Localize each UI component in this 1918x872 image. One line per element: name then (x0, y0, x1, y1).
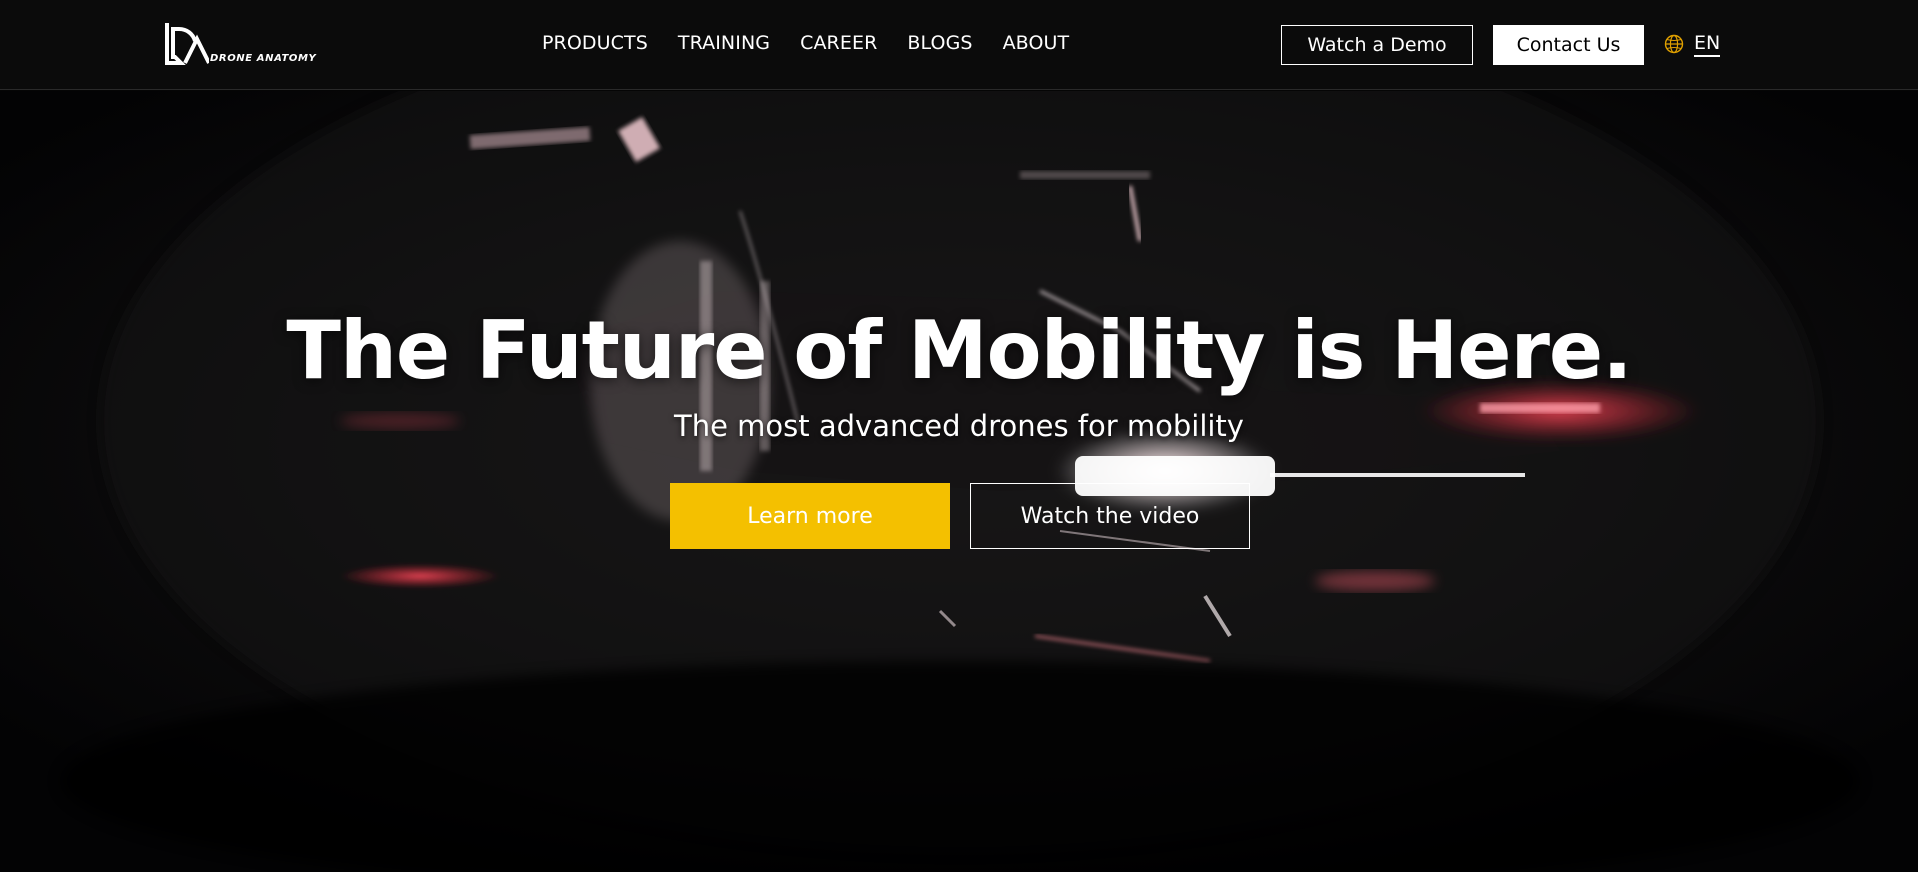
language-label: EN (1694, 31, 1721, 57)
brand-name: DRONE ANATOMY (210, 53, 317, 64)
language-selector[interactable]: EN (1664, 31, 1721, 57)
watch-demo-button[interactable]: Watch a Demo (1281, 25, 1473, 65)
main-nav: PRODUCTS TRAINING CAREER BLOGS ABOUT (542, 32, 1099, 54)
hero-section: The Future of Mobility is Here. The most… (0, 91, 1918, 872)
nav-item-blogs[interactable]: BLOGS (907, 32, 972, 54)
nav-item-about[interactable]: ABOUT (1003, 32, 1070, 54)
nav-item-training[interactable]: TRAINING (678, 32, 770, 54)
hero-background-image (0, 91, 1918, 872)
nav-item-products[interactable]: PRODUCTS (542, 32, 648, 54)
globe-icon (1664, 34, 1684, 54)
contact-us-button[interactable]: Contact Us (1493, 25, 1644, 65)
learn-more-button[interactable]: Learn more (670, 483, 950, 549)
drone-anatomy-logo-icon (165, 23, 209, 65)
nav-item-career[interactable]: CAREER (800, 32, 877, 54)
site-header: DRONE ANATOMY PRODUCTS TRAINING CAREER B… (0, 0, 1918, 90)
brand-logo[interactable]: DRONE ANATOMY (165, 21, 317, 67)
hero-subtitle: The most advanced drones for mobility (674, 409, 1244, 443)
watch-video-button[interactable]: Watch the video (970, 483, 1250, 549)
hero-title: The Future of Mobility is Here. (286, 304, 1632, 397)
